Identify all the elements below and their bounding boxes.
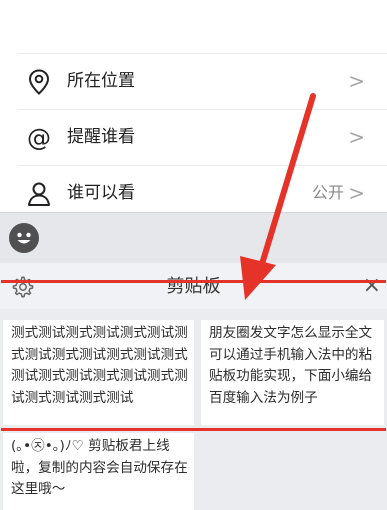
- clipboard-item[interactable]: (｡•㉨•｡)ﾉ♡ 剪贴板君上线啦，复制的内容会自动保存在这里哦～: [3, 433, 194, 510]
- clipboard-item-text: (｡•㉨•｡)ﾉ♡ 剪贴板君上线啦，复制的内容会自动保存在这里哦～: [11, 438, 188, 497]
- location-row[interactable]: 所在位置 >: [0, 54, 387, 110]
- chevron-right-icon: >: [348, 69, 365, 93]
- visibility-value: 公开: [311, 183, 344, 202]
- location-pin-icon: [26, 68, 52, 96]
- person-icon: [26, 180, 52, 208]
- remind-label: 提醒谁看: [67, 127, 135, 147]
- emoji-face-icon[interactable]: [9, 223, 39, 253]
- post-settings-list: 所在位置 > @ 提醒谁看 > 谁可以看 公开 >: [0, 0, 387, 212]
- visibility-label: 谁可以看: [67, 183, 135, 203]
- annotation-highlight-box: [1, 280, 386, 431]
- emoji-bar: [0, 212, 387, 263]
- at-sign-icon: @: [27, 124, 51, 152]
- remind-row[interactable]: @ 提醒谁看 >: [0, 110, 387, 166]
- chevron-right-icon: >: [348, 181, 365, 205]
- location-label: 所在位置: [67, 71, 135, 91]
- chevron-right-icon: >: [348, 125, 365, 149]
